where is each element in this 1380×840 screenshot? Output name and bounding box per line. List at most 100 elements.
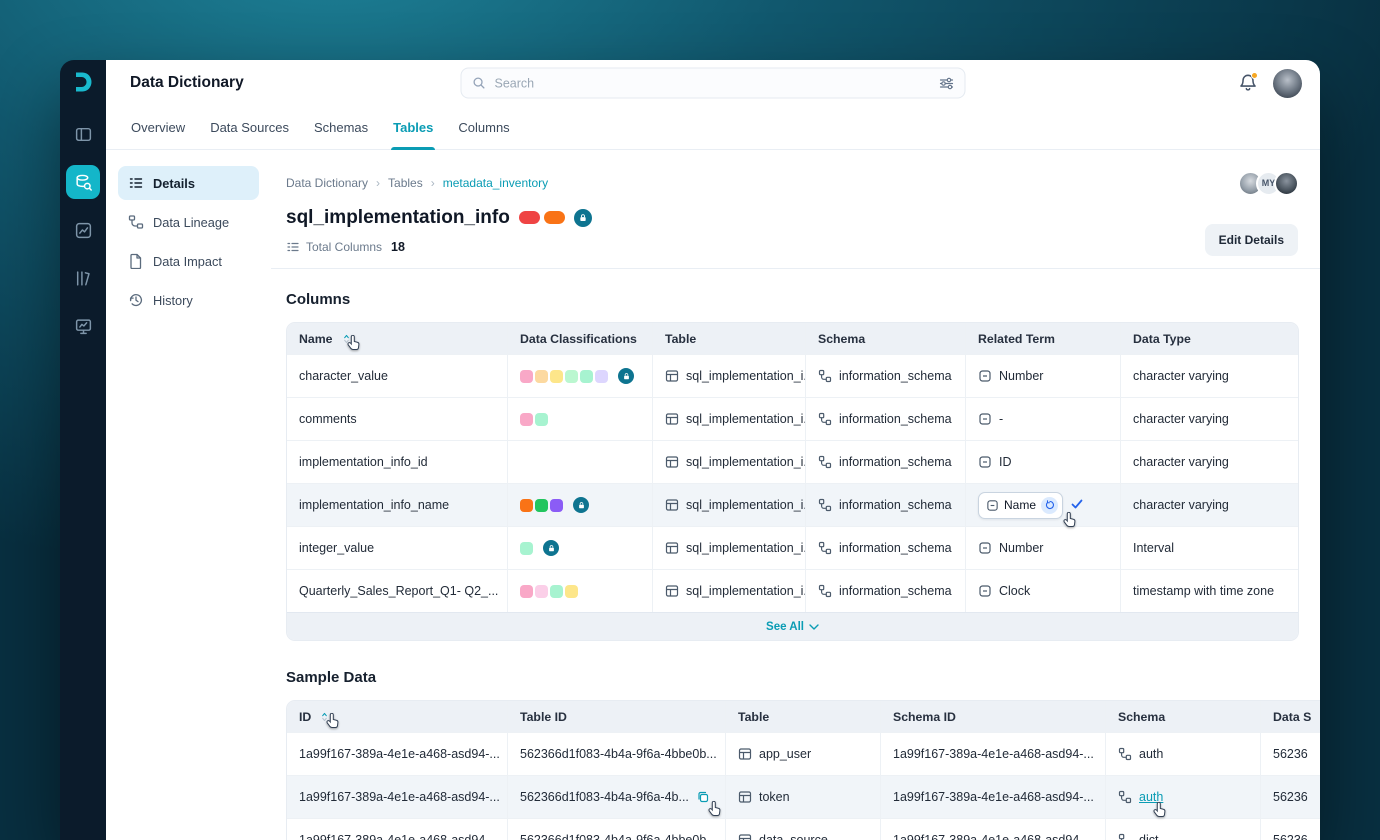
classification-pill bbox=[565, 369, 578, 383]
column-header-schema: Schema bbox=[1105, 701, 1260, 732]
tab-overview[interactable]: Overview bbox=[131, 106, 185, 149]
column-header-label: Schema bbox=[818, 331, 866, 346]
copy-icon[interactable] bbox=[696, 790, 710, 804]
subnav-item-details[interactable]: Details bbox=[118, 166, 259, 200]
filter-icon[interactable] bbox=[939, 75, 955, 91]
classification-pill bbox=[595, 369, 608, 383]
table-row: implementation_info_id sql_implementatio… bbox=[287, 440, 1298, 483]
breadcrumb-item[interactable]: Data Dictionary bbox=[286, 176, 368, 190]
edit-details-button[interactable]: Edit Details bbox=[1204, 224, 1298, 256]
cell-table: token bbox=[725, 776, 880, 818]
columns-table-header: Name Data Classifications Table Schema R… bbox=[287, 323, 1298, 354]
cell-table: sql_implementation_i... bbox=[652, 527, 805, 569]
classification-pill bbox=[550, 369, 563, 383]
cell-table: data_source bbox=[725, 819, 880, 840]
panels-icon[interactable] bbox=[66, 117, 100, 151]
cell-related-term: Number bbox=[965, 527, 1120, 569]
schema-icon bbox=[1118, 833, 1125, 840]
subnav-item-history[interactable]: History bbox=[118, 283, 259, 317]
user-avatar[interactable] bbox=[1273, 68, 1302, 98]
bell-icon[interactable] bbox=[1237, 72, 1259, 94]
cell-related-term: Number bbox=[965, 355, 1120, 397]
sample-table-header: ID Table ID Table Schema ID Schema Data … bbox=[287, 701, 1320, 732]
chart-icon[interactable] bbox=[66, 213, 100, 247]
sample-section-title: Sample Data bbox=[286, 669, 377, 686]
avatar bbox=[1274, 170, 1299, 196]
cell-data-s: 56236 bbox=[1260, 819, 1320, 840]
related-term-input[interactable]: Name bbox=[978, 491, 1064, 519]
tab-columns[interactable]: Columns bbox=[458, 106, 509, 149]
classification-pills bbox=[520, 584, 578, 598]
sample-table-clip: ID Table ID Table Schema ID Schema Data … bbox=[286, 700, 1320, 840]
columns-count-icon bbox=[287, 242, 299, 252]
search-bar[interactable] bbox=[460, 67, 966, 99]
library-icon[interactable] bbox=[66, 261, 100, 295]
classification-pill bbox=[520, 541, 533, 555]
lock-icon bbox=[543, 540, 559, 556]
cell-classifications bbox=[507, 527, 652, 569]
cell-table: sql_implementation_i... bbox=[652, 484, 805, 526]
breadcrumb-item[interactable]: Tables bbox=[388, 176, 423, 190]
search-input[interactable] bbox=[494, 76, 931, 90]
cell-id: 1a99f167-389a-4e1e-a468-asd94-... bbox=[299, 747, 500, 761]
column-header-name[interactable]: Name bbox=[287, 323, 507, 354]
sort-icon[interactable] bbox=[320, 711, 329, 723]
schema-icon bbox=[818, 541, 832, 555]
chevron-down-icon bbox=[809, 623, 819, 630]
classification-pill bbox=[520, 584, 533, 598]
cell-classifications bbox=[507, 355, 652, 397]
cell-schema-id: 1a99f167-389a-4e1e-a468-asd94-... bbox=[880, 776, 1105, 818]
cell-table: sql_implementation_i... bbox=[652, 398, 805, 440]
cell-related-term: - bbox=[965, 398, 1120, 440]
lock-icon bbox=[573, 497, 589, 513]
subnav: Details Data Lineage Data Impact History bbox=[106, 150, 271, 840]
cell-id: 1a99f167-389a-4e1e-a468-asd94-... bbox=[299, 790, 500, 804]
confirm-check-icon[interactable] bbox=[1070, 497, 1084, 514]
lineage-icon bbox=[128, 215, 144, 229]
cell-classifications bbox=[507, 484, 652, 526]
column-header-data-type: Data Type bbox=[1120, 323, 1298, 354]
body-row: Details Data Lineage Data Impact History bbox=[106, 150, 1320, 840]
collaborator-avatars: MY bbox=[1238, 170, 1299, 196]
tab-schemas[interactable]: Schemas bbox=[314, 106, 368, 149]
cell-data-type: character varying bbox=[1120, 398, 1298, 440]
page-title: sql_implementation_info bbox=[286, 206, 510, 228]
cell-table: sql_implementation_i... bbox=[652, 441, 805, 483]
column-header-table: Table bbox=[652, 323, 805, 354]
monitor-chart-icon[interactable] bbox=[66, 309, 100, 343]
table-icon bbox=[665, 585, 679, 597]
table-row: comments sql_implementation_i... informa… bbox=[287, 397, 1298, 440]
subnav-item-data-lineage[interactable]: Data Lineage bbox=[118, 205, 259, 239]
table-icon bbox=[738, 791, 752, 803]
column-header-table-id: Table ID bbox=[507, 701, 725, 732]
breadcrumb-separator bbox=[376, 176, 380, 190]
breadcrumb-item-current[interactable]: metadata_inventory bbox=[443, 176, 548, 190]
suggest-icon[interactable] bbox=[1041, 496, 1059, 514]
breadcrumb-separator bbox=[431, 176, 435, 190]
term-icon bbox=[979, 585, 991, 597]
column-header-id[interactable]: ID bbox=[287, 701, 507, 732]
cell-schema: dict bbox=[1105, 819, 1260, 840]
schema-link[interactable]: auth bbox=[1139, 790, 1163, 804]
tab-data-sources[interactable]: Data Sources bbox=[210, 106, 289, 149]
cell-table: sql_implementation_i... bbox=[652, 570, 805, 612]
cell-table: sql_implementation_i... bbox=[652, 355, 805, 397]
term-icon bbox=[987, 499, 998, 511]
subnav-item-data-impact[interactable]: Data Impact bbox=[118, 244, 259, 278]
database-search-icon[interactable] bbox=[66, 165, 100, 199]
cell-name: character_value bbox=[299, 369, 388, 383]
see-all-label: See All bbox=[766, 620, 804, 633]
cell-related-term-editing: Name bbox=[965, 484, 1120, 526]
lock-icon bbox=[618, 368, 634, 384]
cell-schema: information_schema bbox=[805, 441, 965, 483]
sample-table: ID Table ID Table Schema ID Schema Data … bbox=[286, 700, 1320, 840]
total-columns-label: Total Columns bbox=[306, 240, 383, 254]
column-header-label: Table bbox=[665, 331, 697, 346]
cell-schema-id: 1a99f167-389a-4e1e-a468-asd94-... bbox=[880, 819, 1105, 840]
see-all-button[interactable]: See All bbox=[287, 612, 1298, 640]
tab-tables[interactable]: Tables bbox=[391, 106, 436, 150]
sort-icon[interactable] bbox=[342, 333, 351, 345]
column-header-label: Schema bbox=[1118, 709, 1166, 724]
cell-schema: information_schema bbox=[805, 570, 965, 612]
table-icon bbox=[665, 542, 679, 554]
